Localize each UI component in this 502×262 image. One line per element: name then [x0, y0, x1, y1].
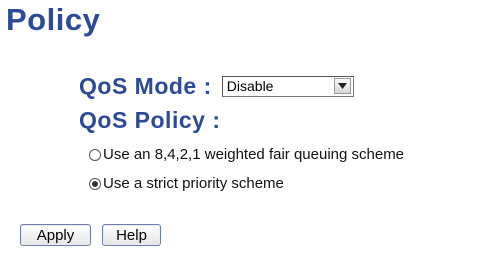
policy-option-weighted-label: Use an 8,4,2,1 weighted fair queuing sch… — [103, 146, 405, 163]
page-title: Policy — [6, 2, 101, 37]
chevron-down-icon-shape — [337, 83, 347, 89]
qos-mode-row: QoS Mode : Disable — [79, 70, 354, 102]
chevron-down-icon[interactable] — [333, 78, 351, 94]
qos-mode-label: QoS Mode : — [79, 72, 212, 99]
policy-option-strict[interactable]: Use a strict priority scheme — [89, 175, 284, 192]
radio-strict[interactable] — [89, 177, 101, 190]
policy-page: Policy QoS Mode : Disable QoS Policy : U… — [0, 0, 502, 262]
help-button[interactable]: Help — [102, 224, 161, 246]
policy-option-strict-label: Use a strict priority scheme — [103, 175, 284, 192]
qos-mode-selected-value: Disable — [226, 78, 274, 94]
radio-weighted[interactable] — [89, 148, 101, 161]
qos-policy-label: QoS Policy : — [79, 107, 221, 133]
apply-button[interactable]: Apply — [20, 224, 91, 246]
policy-option-weighted[interactable]: Use an 8,4,2,1 weighted fair queuing sch… — [89, 146, 404, 163]
qos-mode-select[interactable]: Disable — [221, 75, 354, 97]
